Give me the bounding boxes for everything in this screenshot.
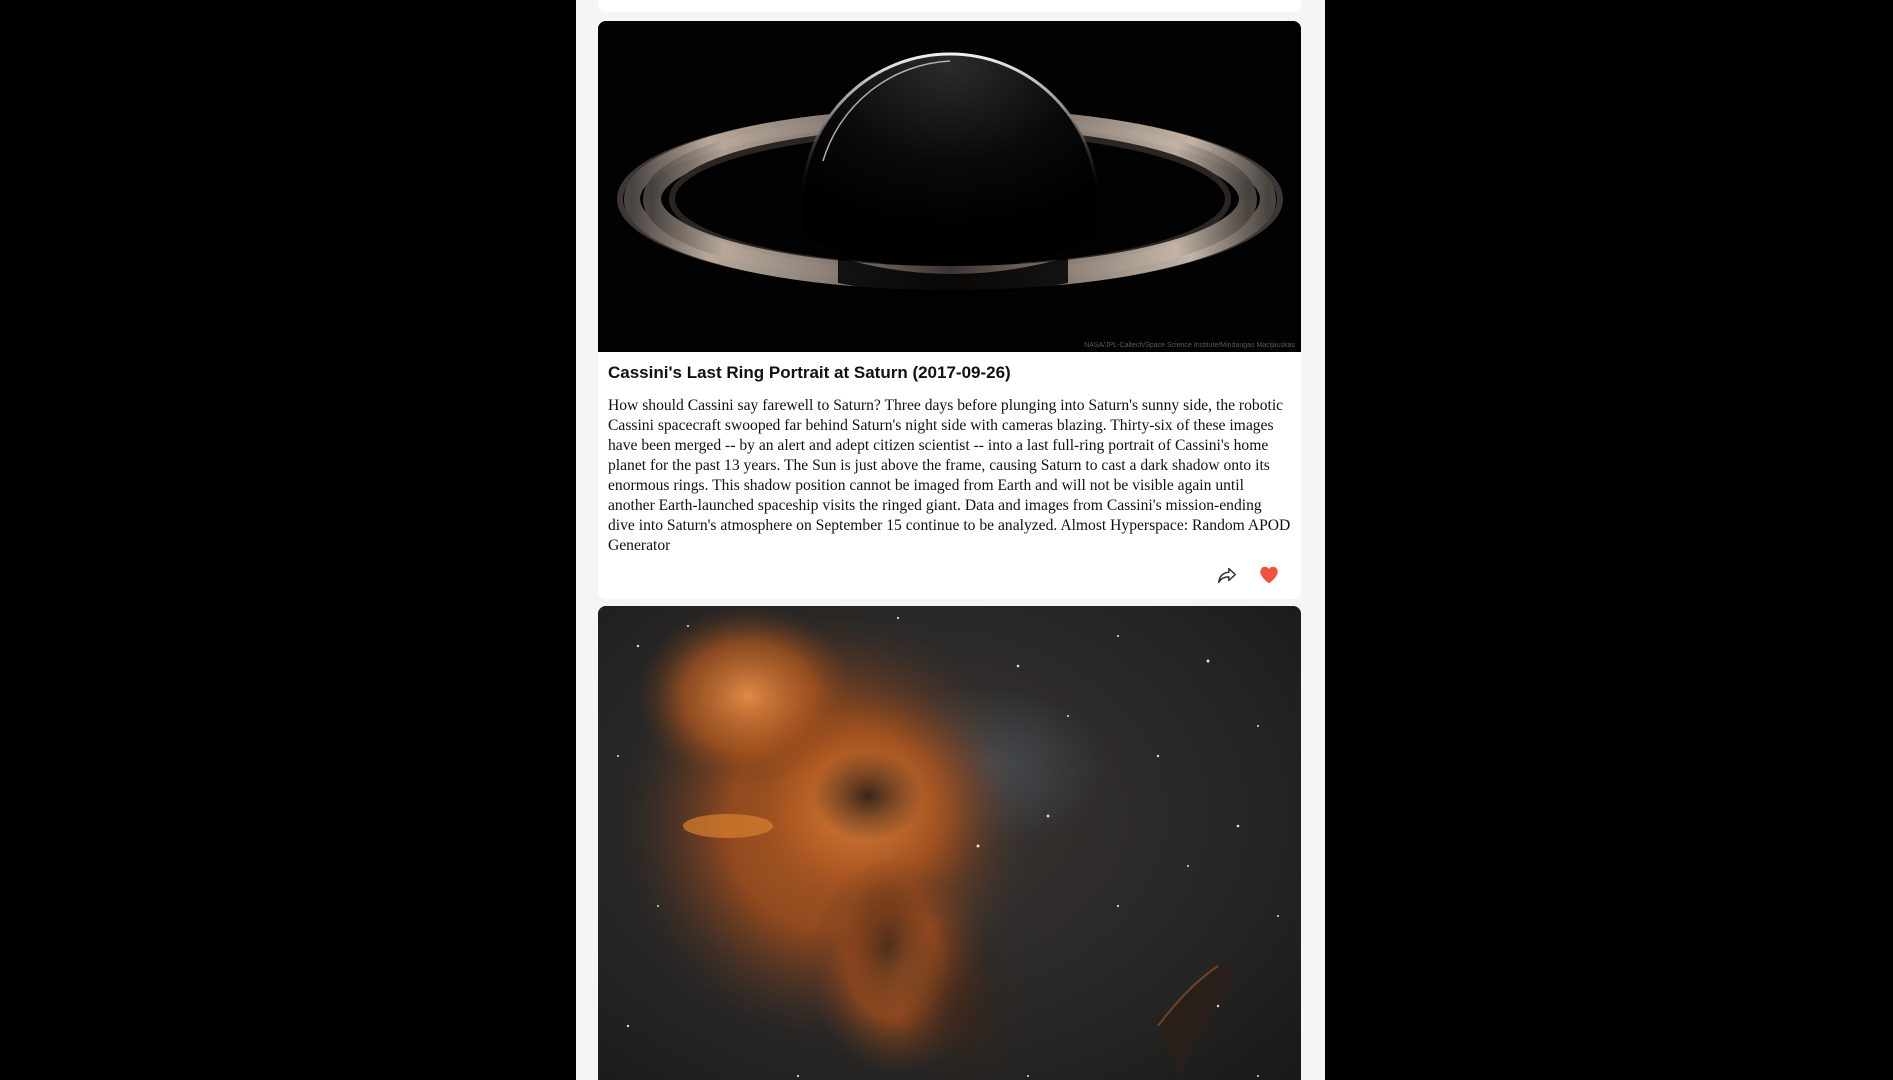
- image-credit: NASA/JPL-Caltech/Space Science Institute…: [1084, 342, 1295, 349]
- apod-card: NASA/JPL-Caltech/Space Science Institute…: [598, 21, 1301, 599]
- heart-icon: [1260, 566, 1278, 584]
- apod-image[interactable]: NASA/JPL-Caltech/Space Science Institute…: [598, 21, 1301, 352]
- apod-card-next: [598, 606, 1301, 1080]
- share-button[interactable]: [1215, 563, 1239, 587]
- saturn-image: [598, 21, 1301, 352]
- nebula-image: [598, 606, 1301, 1080]
- card-actions: [1215, 563, 1281, 587]
- apod-image-next[interactable]: [598, 606, 1301, 1080]
- card-description: How should Cassini say farewell to Satur…: [608, 397, 1291, 554]
- previous-card: [598, 0, 1301, 12]
- card-title: Cassini's Last Ring Portrait at Saturn (…: [608, 363, 1011, 382]
- share-icon: [1218, 567, 1236, 584]
- like-button[interactable]: [1257, 563, 1281, 587]
- feed-column: NASA/JPL-Caltech/Space Science Institute…: [576, 0, 1325, 1080]
